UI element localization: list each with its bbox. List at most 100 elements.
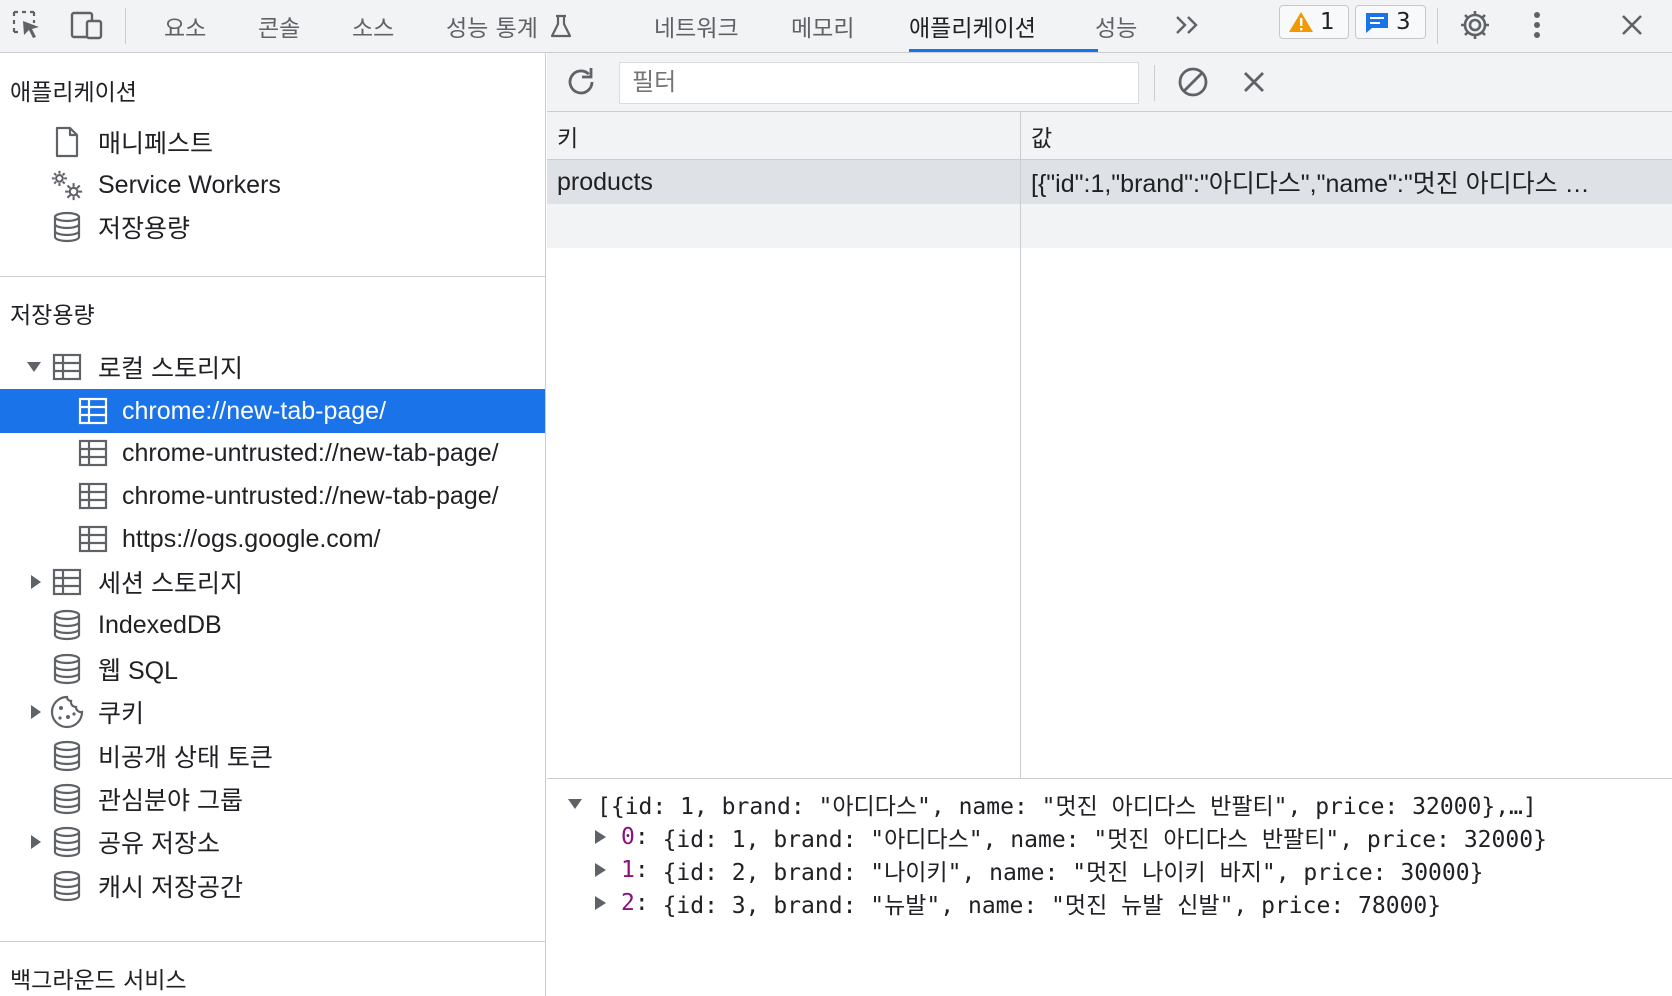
warning-count: 1 bbox=[1320, 9, 1335, 35]
tab-network[interactable]: 네트워크 bbox=[654, 0, 739, 52]
sidebar-item-label: 쿠키 bbox=[98, 700, 145, 728]
delete-selected-icon[interactable] bbox=[1235, 65, 1273, 99]
toolbar-separator bbox=[1154, 65, 1155, 101]
column-header-key[interactable]: 키 bbox=[557, 112, 578, 160]
preview-summary: [{id: 1, brand: "아디다스", name: "멋진 아디다스 반… bbox=[597, 794, 1537, 820]
table-icon bbox=[76, 479, 110, 513]
preview-item-colon: : bbox=[634, 890, 663, 916]
database-icon bbox=[50, 652, 84, 686]
clear-all-icon[interactable] bbox=[1174, 65, 1212, 99]
preview-item-row[interactable]: 2: {id: 3, brand: "뉴발", name: "멋진 뉴발 신발"… bbox=[593, 886, 1441, 920]
settings-gear-icon[interactable] bbox=[1456, 8, 1494, 42]
sidebar-item-shared-storage[interactable]: 공유 저장소 bbox=[0, 820, 545, 864]
filter-input[interactable] bbox=[619, 62, 1139, 104]
sidebar-item-label: 관심분야 그룹 bbox=[98, 787, 243, 815]
document-icon bbox=[50, 125, 84, 159]
expand-arrow-right-icon bbox=[595, 896, 606, 910]
database-icon bbox=[50, 825, 84, 859]
tab-memory[interactable]: 메모리 bbox=[791, 0, 854, 52]
value-cell[interactable]: [{"id":1,"brand":"아디다스","name":"멋진 아디다스 … bbox=[1031, 160, 1661, 204]
preview-item-index: 0 bbox=[621, 824, 635, 850]
sidebar-item-interest-groups[interactable]: 관심분야 그룹 bbox=[0, 777, 545, 821]
sidebar-item-web-sql[interactable]: 웹 SQL bbox=[0, 647, 545, 691]
table-icon bbox=[50, 565, 84, 599]
sidebar-item-indexeddb[interactable]: IndexedDB bbox=[0, 603, 545, 647]
warnings-badge[interactable]: 1 bbox=[1279, 5, 1349, 39]
preview-item-row[interactable]: 0: {id: 1, brand: "아디다스", name: "멋진 아디다스… bbox=[593, 820, 1547, 854]
sidebar-item-label: chrome-untrusted://new-tab-page/ bbox=[122, 438, 499, 467]
sidebar-item-label: chrome-untrusted://new-tab-page/ bbox=[122, 481, 499, 510]
sidebar-item-manifest[interactable]: 매니페스트 bbox=[0, 120, 545, 164]
refresh-icon[interactable] bbox=[562, 65, 600, 99]
tab-performance[interactable]: 성능 bbox=[1095, 0, 1137, 52]
database-icon bbox=[50, 210, 84, 244]
tab-performance-insights[interactable]: 성능 통계 bbox=[446, 0, 574, 52]
tab-sources[interactable]: 소스 bbox=[352, 0, 394, 52]
key-cell[interactable]: products bbox=[557, 160, 1007, 204]
sidebar-item-label: IndexedDB bbox=[98, 610, 222, 639]
message-count: 3 bbox=[1396, 9, 1411, 35]
gears-icon bbox=[50, 168, 84, 202]
tab-label: 성능 통계 bbox=[446, 16, 538, 42]
sidebar-item-label: 로컬 스토리지 bbox=[98, 355, 243, 383]
inspect-element-icon[interactable] bbox=[8, 8, 46, 42]
sidebar-item-local-storage[interactable]: 로컬 스토리지 bbox=[0, 345, 545, 389]
sidebar-item-storage[interactable]: 저장용량 bbox=[0, 205, 545, 249]
sidebar-item-local-storage-origin[interactable]: chrome-untrusted://new-tab-page/ bbox=[0, 474, 545, 518]
preview-item-index: 2 bbox=[621, 890, 635, 916]
sidebar-item-cookies[interactable]: 쿠키 bbox=[0, 690, 545, 734]
value-preview-pane: [{id: 1, brand: "아디다스", name: "멋진 아디다스 반… bbox=[547, 779, 1672, 996]
sidebar-item-local-storage-origin[interactable]: chrome://new-tab-page/ bbox=[0, 389, 545, 433]
sidebar-item-label: Service Workers bbox=[98, 170, 281, 199]
database-icon bbox=[50, 782, 84, 816]
preview-item-text: {id: 3, brand: "뉴발", name: "멋진 뉴발 신발", p… bbox=[662, 893, 1442, 919]
more-options-icon[interactable] bbox=[1518, 8, 1556, 42]
table-icon bbox=[50, 350, 84, 384]
expand-arrow-right-icon[interactable] bbox=[29, 575, 43, 589]
sidebar-item-label: 캐시 저장공간 bbox=[98, 874, 243, 902]
database-icon bbox=[50, 869, 84, 903]
column-header-value[interactable]: 값 bbox=[1031, 112, 1052, 160]
more-tabs-chevron-icon[interactable] bbox=[1169, 8, 1207, 42]
table-row-empty[interactable] bbox=[547, 204, 1672, 248]
sidebar-item-label: 세션 스토리지 bbox=[98, 570, 243, 598]
toolbar-separator bbox=[125, 8, 126, 44]
database-icon bbox=[50, 739, 84, 773]
preview-item-row[interactable]: 1: {id: 2, brand: "나이키", name: "멋진 나이키 바… bbox=[593, 853, 1483, 887]
sidebar-item-local-storage-origin[interactable]: https://ogs.google.com/ bbox=[0, 517, 545, 561]
device-toolbar-icon[interactable] bbox=[68, 8, 106, 42]
active-tab-indicator bbox=[909, 49, 1098, 52]
expand-arrow-right-icon bbox=[595, 863, 606, 877]
expand-arrow-right-icon[interactable] bbox=[29, 705, 43, 719]
messages-badge[interactable]: 3 bbox=[1355, 5, 1426, 39]
message-icon bbox=[1366, 13, 1388, 33]
expand-arrow-right-icon[interactable] bbox=[29, 835, 43, 849]
tab-console[interactable]: 콘솔 bbox=[258, 0, 300, 52]
sidebar-item-label: 매니페스트 bbox=[98, 130, 214, 158]
close-icon[interactable] bbox=[1613, 8, 1651, 42]
toolbar-separator bbox=[1437, 8, 1438, 44]
cookie-icon bbox=[50, 695, 84, 729]
sidebar-item-label: 공유 저장소 bbox=[98, 830, 220, 858]
section-divider bbox=[0, 941, 545, 942]
sidebar-item-service-workers[interactable]: Service Workers bbox=[0, 163, 545, 207]
section-divider bbox=[0, 276, 545, 277]
sidebar-item-local-storage-origin[interactable]: chrome-untrusted://new-tab-page/ bbox=[0, 431, 545, 475]
table-icon bbox=[76, 394, 110, 428]
sidebar-item-cache-storage[interactable]: 캐시 저장공간 bbox=[0, 864, 545, 908]
expand-arrow-down-icon[interactable] bbox=[27, 360, 41, 374]
column-divider[interactable] bbox=[1020, 112, 1021, 778]
preview-item-text: {id: 1, brand: "아디다스", name: "멋진 아디다스 반팔… bbox=[662, 827, 1547, 853]
section-title-background-services: 백그라운드 서비스 bbox=[10, 968, 187, 994]
tab-elements[interactable]: 요소 bbox=[164, 0, 206, 52]
expand-arrow-down-icon bbox=[568, 799, 582, 809]
sidebar-item-session-storage[interactable]: 세션 스토리지 bbox=[0, 560, 545, 604]
sidebar-item-label: 웹 SQL bbox=[98, 657, 178, 685]
section-title-application: 애플리케이션 bbox=[10, 80, 137, 106]
table-icon bbox=[76, 522, 110, 556]
sidebar-item-private-state-tokens[interactable]: 비공개 상태 토큰 bbox=[0, 734, 545, 778]
tab-application[interactable]: 애플리케이션 bbox=[909, 0, 1036, 52]
preview-summary-row[interactable]: [{id: 1, brand: "아디다스", name: "멋진 아디다스 반… bbox=[567, 787, 1537, 821]
grid-header bbox=[547, 112, 1672, 160]
storage-data-grid: 키 값 products [{"id":1,"brand":"아디다스","na… bbox=[547, 112, 1672, 778]
